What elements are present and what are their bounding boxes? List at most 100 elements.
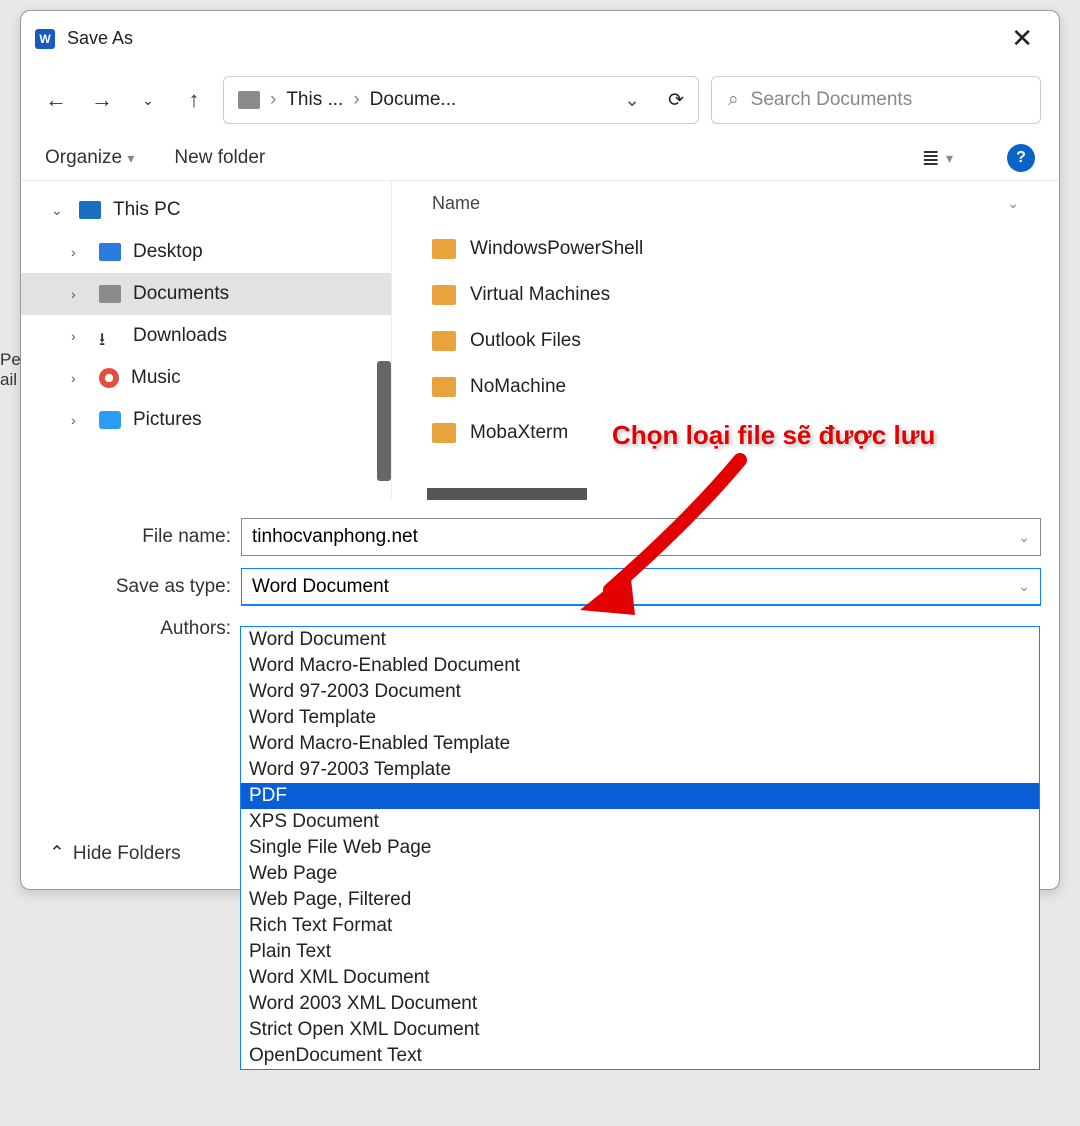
tree-label: This PC — [113, 199, 181, 221]
chevron-right-icon: › — [71, 412, 87, 428]
authors-label: Authors: — [61, 618, 231, 640]
help-button[interactable]: ? — [1007, 144, 1035, 172]
hide-folders-label: Hide Folders — [73, 843, 181, 865]
refresh-button[interactable]: ⟳ — [668, 89, 684, 112]
type-option[interactable]: Single File Web Page — [241, 835, 1039, 861]
search-field[interactable]: ⌕ Search Documents — [711, 76, 1041, 124]
nav-tree: ⌄ This PC ›Desktop›Documents›⭳Downloads›… — [21, 181, 391, 500]
folder-icon — [238, 91, 260, 109]
filename-value: tinhocvanphong.net — [252, 526, 418, 548]
title-bar: W Save As ✕ — [21, 11, 1059, 62]
type-option[interactable]: Web Page — [241, 861, 1039, 887]
view-menu[interactable]: ≣ ▾ — [922, 145, 953, 171]
folder-icon — [432, 285, 456, 305]
filename-row: File name: tinhocvanphong.net ⌄ — [21, 512, 1059, 562]
list-item[interactable]: WindowsPowerShell — [392, 226, 1059, 272]
type-option[interactable]: Plain Text — [241, 939, 1039, 965]
list-item-label: Outlook Files — [470, 330, 581, 352]
list-item[interactable]: NoMachine — [392, 364, 1059, 410]
close-button[interactable]: ✕ — [1001, 21, 1043, 56]
type-option[interactable]: Word Macro-Enabled Template — [241, 731, 1039, 757]
search-placeholder: Search Documents — [751, 89, 913, 111]
saveastype-dropdown-icon[interactable]: ⌄ — [1018, 578, 1030, 595]
background-fragment: Pe ail — [0, 350, 21, 390]
nav-row: ← → ⌄ ↑ › This ... › Docume... ⌄ ⟳ ⌕ Sea… — [21, 62, 1059, 136]
tree-label: Downloads — [133, 325, 227, 347]
type-option[interactable]: Word Template — [241, 705, 1039, 731]
forward-button[interactable]: → — [85, 83, 119, 117]
type-option[interactable]: Word 97-2003 Document — [241, 679, 1039, 705]
type-option[interactable]: PDF — [241, 783, 1039, 809]
column-name: Name — [432, 193, 480, 214]
breadcrumb-sep-icon: › — [353, 89, 359, 111]
new-folder-button[interactable]: New folder — [174, 147, 265, 169]
dialog-title: Save As — [67, 28, 133, 49]
type-option[interactable]: Rich Text Format — [241, 913, 1039, 939]
column-sort-icon[interactable]: ⌄ — [1007, 195, 1019, 212]
folder-icon — [432, 239, 456, 259]
chevron-up-icon: ⌃ — [49, 842, 65, 865]
saveastype-select[interactable]: Word Document ⌄ — [241, 568, 1041, 606]
music-icon — [99, 368, 119, 388]
breadcrumb-seg-2[interactable]: Docume... — [370, 89, 457, 111]
type-option[interactable]: OpenDocument Text — [241, 1043, 1039, 1069]
list-item[interactable]: Outlook Files — [392, 318, 1059, 364]
addr-dropdown-icon[interactable]: ⌄ — [624, 89, 640, 112]
breadcrumb-sep-icon: › — [270, 89, 276, 111]
tree-item[interactable]: › ⭳ Downloads — [21, 315, 391, 357]
type-option[interactable]: Word XML Document — [241, 965, 1039, 991]
type-option[interactable]: Word Document — [241, 627, 1039, 653]
type-option[interactable]: Strict Open XML Document — [241, 1017, 1039, 1043]
saveastype-value: Word Document — [252, 576, 389, 598]
filename-label: File name: — [61, 526, 231, 548]
tree-item[interactable]: ›Music — [21, 357, 391, 399]
content-pane: ⌄ This PC ›Desktop›Documents›⭳Downloads›… — [21, 180, 1059, 500]
pc-icon — [79, 201, 101, 219]
folder-icon — [432, 423, 456, 443]
history-dropdown[interactable]: ⌄ — [131, 83, 165, 117]
toolbar: Organize ▾ New folder ≣ ▾ ? — [21, 136, 1059, 180]
word-app-icon: W — [35, 29, 55, 49]
chevron-down-icon: ⌄ — [51, 202, 67, 219]
type-option[interactable]: Word 97-2003 Template — [241, 757, 1039, 783]
saveastype-label: Save as type: — [61, 576, 231, 598]
list-item-label: Virtual Machines — [470, 284, 610, 306]
saveastype-row: Save as type: Word Document ⌄ — [21, 562, 1059, 612]
organize-menu[interactable]: Organize ▾ — [45, 147, 134, 169]
back-button[interactable]: ← — [39, 83, 73, 117]
type-option[interactable]: Web Page, Filtered — [241, 887, 1039, 913]
folder-icon — [432, 377, 456, 397]
tree-label: Desktop — [133, 241, 203, 263]
tree-scrollbar[interactable] — [377, 361, 391, 481]
filename-input[interactable]: tinhocvanphong.net ⌄ — [241, 518, 1041, 556]
tree-item[interactable]: ›Documents — [21, 273, 391, 315]
tree-item[interactable]: › Desktop — [21, 231, 391, 273]
type-option[interactable]: XPS Document — [241, 809, 1039, 835]
tree-label: Pictures — [133, 409, 202, 431]
list-item[interactable]: MobaXterm — [392, 410, 1059, 456]
chevron-right-icon: › — [71, 244, 87, 260]
file-list: Name ⌄ WindowsPowerShell Virtual Machines… — [391, 181, 1059, 500]
list-item[interactable]: Virtual Machines — [392, 272, 1059, 318]
saveastype-options: Word DocumentWord Macro-Enabled Document… — [240, 626, 1040, 1070]
tree-item[interactable]: › Pictures — [21, 399, 391, 441]
address-bar[interactable]: › This ... › Docume... ⌄ ⟳ — [223, 76, 699, 124]
folder-icon — [432, 331, 456, 351]
download-icon: ⭳ — [99, 327, 121, 345]
up-button[interactable]: ↑ — [177, 83, 211, 117]
tree-item-this-pc[interactable]: ⌄ This PC — [21, 189, 391, 231]
search-icon: ⌕ — [728, 89, 739, 111]
list-item-label: MobaXterm — [470, 422, 568, 444]
doc-icon — [99, 285, 121, 303]
breadcrumb-seg-1[interactable]: This ... — [286, 89, 343, 111]
list-h-scrollbar[interactable] — [427, 488, 587, 500]
tree-label: Documents — [133, 283, 229, 305]
pic-icon — [99, 411, 121, 429]
type-option[interactable]: Word Macro-Enabled Document — [241, 653, 1039, 679]
list-header[interactable]: Name ⌄ — [392, 181, 1059, 226]
pc2-icon — [99, 243, 121, 261]
type-option[interactable]: Word 2003 XML Document — [241, 991, 1039, 1017]
hide-folders-button[interactable]: ⌃ Hide Folders — [49, 842, 181, 865]
filename-dropdown-icon[interactable]: ⌄ — [1018, 529, 1030, 546]
chevron-right-icon: › — [71, 328, 87, 344]
